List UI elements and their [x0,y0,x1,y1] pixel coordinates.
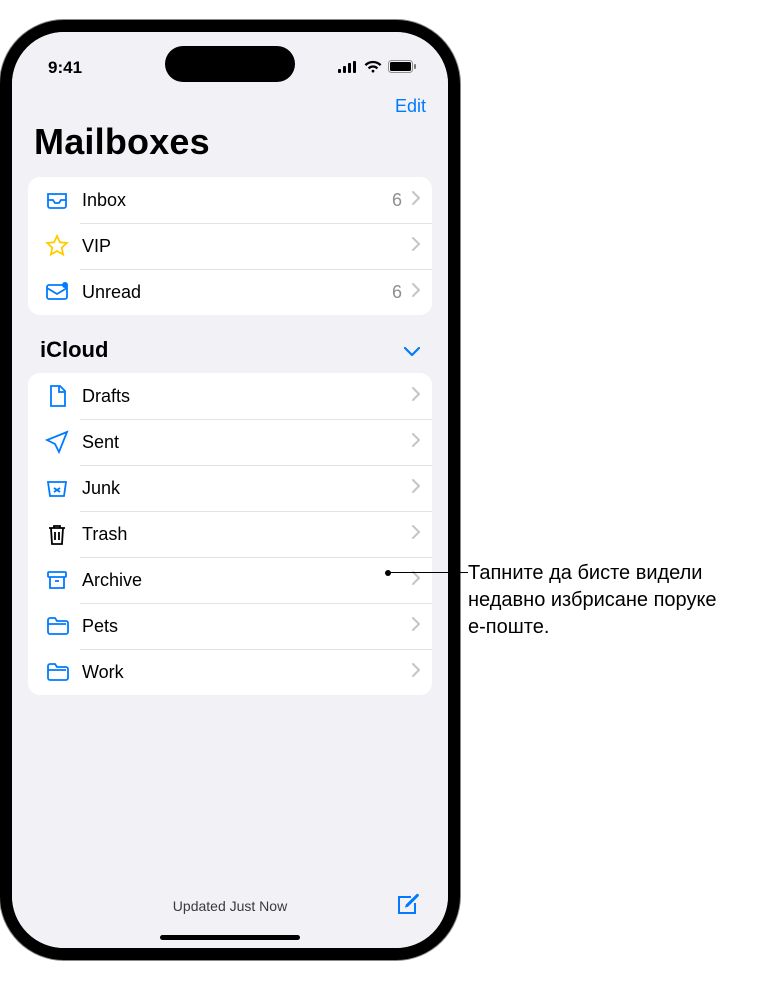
cellular-icon [338,58,358,78]
sync-status: Updated Just Now [173,898,287,914]
chevron-right-icon [412,571,420,590]
mailbox-label: Pets [72,616,406,637]
mailbox-label: VIP [72,236,406,257]
mailbox-label: Drafts [72,386,406,407]
callout-leader-line [388,572,468,573]
wifi-icon [364,58,382,78]
section-title: iCloud [40,337,108,363]
trash-icon [42,522,72,546]
mailbox-row-drafts[interactable]: Drafts [28,373,432,419]
chevron-right-icon [412,191,420,210]
mailbox-row-work[interactable]: Work [28,649,432,695]
chevron-right-icon [412,663,420,682]
icloud-section-header[interactable]: iCloud [12,315,448,369]
mailbox-label: Inbox [72,190,392,211]
folder-icon [42,614,72,638]
chevron-right-icon [412,283,420,302]
mailbox-row-inbox[interactable]: Inbox6 [28,177,432,223]
iphone-frame: 9:41 Edit Mailboxes Inbox6VIPUnread6 iCl… [0,20,460,960]
star-icon [42,234,72,258]
chevron-right-icon [412,479,420,498]
mailbox-label: Trash [72,524,406,545]
mailbox-label: Junk [72,478,406,499]
mute-switch [0,212,2,248]
chevron-right-icon [412,433,420,452]
chevron-right-icon [412,387,420,406]
mailbox-count: 6 [392,190,406,211]
mailbox-row-trash[interactable]: Trash [28,511,432,557]
mailbox-label: Sent [72,432,406,453]
power-button [458,332,460,432]
send-icon [42,430,72,454]
unread-icon [42,280,72,304]
compose-button[interactable] [394,892,420,921]
chevron-right-icon [412,617,420,636]
status-time: 9:41 [48,58,82,78]
junk-icon [42,476,72,500]
main-content: Inbox6VIPUnread6 iCloud DraftsSentJunkTr… [12,173,448,874]
mailbox-row-junk[interactable]: Junk [28,465,432,511]
mailbox-row-vip[interactable]: VIP [28,223,432,269]
home-indicator [160,935,300,940]
mailbox-label: Archive [72,570,406,591]
edit-button[interactable]: Edit [395,96,426,117]
mailbox-label: Work [72,662,406,683]
status-icons [338,58,416,78]
inbox-icon [42,188,72,212]
screen: 9:41 Edit Mailboxes Inbox6VIPUnread6 iCl… [12,32,448,948]
mailbox-count: 6 [392,282,406,303]
mailbox-row-pets[interactable]: Pets [28,603,432,649]
dynamic-island [165,46,295,82]
mailbox-row-archive[interactable]: Archive [28,557,432,603]
primary-mailboxes: Inbox6VIPUnread6 [28,177,432,315]
mailbox-label: Unread [72,282,392,303]
chevron-right-icon [412,237,420,256]
page-title: Mailboxes [12,119,448,173]
archive-icon [42,568,72,592]
callout-annotation: Тапните да бисте видели недавно избрисан… [468,560,728,641]
volume-up [0,272,2,336]
icloud-mailboxes: Drafts Sent Junk Trash Archive Pets Work [28,373,432,695]
battery-icon [388,58,416,78]
doc-icon [42,384,72,408]
chevron-down-icon [404,337,420,363]
folder-icon [42,660,72,684]
mailbox-row-sent[interactable]: Sent [28,419,432,465]
volume-down [0,352,2,416]
callout-text: Тапните да бисте видели недавно избрисан… [468,562,717,638]
mailbox-row-unread[interactable]: Unread6 [28,269,432,315]
nav-bar: Edit [12,86,448,119]
chevron-right-icon [412,525,420,544]
